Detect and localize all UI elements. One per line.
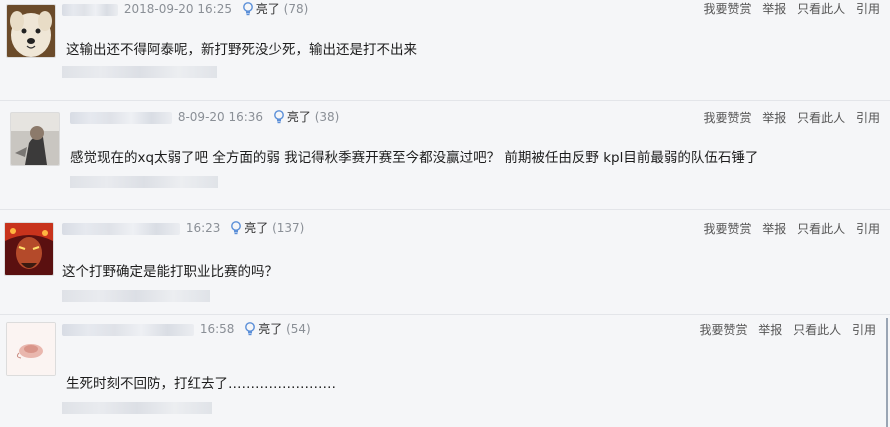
comment-date: 2018-09-20 16:25 (123, 2, 232, 16)
comment-content: 这输出还不得阿泰呢，新打野死没少死，输出还是打不出来 (66, 42, 417, 58)
comment-date: 16:23 (185, 221, 221, 235)
signature-blurred (70, 176, 218, 188)
comment-meta: 2018-09-20 16:25 亮了 (78) (62, 0, 308, 17)
comment-item: 16:23 亮了 (137) 我要赞赏 举报 只看此人 引用 这个打野确定是能打… (0, 214, 890, 314)
reward-link[interactable]: 我要赞赏 (703, 2, 751, 16)
bulb-icon[interactable] (230, 221, 242, 235)
comment-item: 16:58 亮了 (54) 我要赞赏 举报 只看此人 引用 生死时刻不回防，打红… (0, 318, 890, 427)
liang-count: (137) (272, 221, 305, 235)
divider (0, 209, 890, 210)
liang-button[interactable]: 亮了 (256, 2, 280, 16)
report-link[interactable]: 举报 (762, 2, 786, 16)
username-blurred[interactable] (70, 111, 172, 124)
user-avatar[interactable] (10, 112, 60, 166)
comment-item: 2018-09-20 16:25 亮了 (78) 我要赞赏 举报 只看此人 引用… (0, 0, 890, 96)
divider (0, 314, 890, 315)
reward-link[interactable]: 我要赞赏 (703, 111, 751, 125)
quote-link[interactable]: 引用 (852, 323, 876, 337)
user-avatar[interactable] (6, 4, 56, 58)
comment-content: 生死时刻不回防，打红去了…………………… (66, 376, 336, 392)
reward-link[interactable]: 我要赞赏 (699, 323, 747, 337)
comment-meta: 16:23 亮了 (137) (62, 219, 304, 236)
quote-link[interactable]: 引用 (856, 2, 880, 16)
only-this-user-link[interactable]: 只看此人 (797, 222, 845, 236)
comment-actions: 我要赞赏 举报 只看此人 引用 (696, 109, 880, 126)
signature-blurred (62, 402, 212, 414)
avatar-flower-icon (7, 323, 55, 375)
comment-meta: 16:58 亮了 (54) (62, 320, 311, 337)
reward-link[interactable]: 我要赞赏 (703, 222, 751, 236)
user-avatar[interactable] (4, 222, 54, 276)
signature-blurred (62, 66, 217, 78)
comment-actions: 我要赞赏 举报 只看此人 引用 (696, 220, 880, 237)
divider (0, 100, 890, 101)
comment-item: 8-09-20 16:36 亮了 (38) 我要赞赏 举报 只看此人 引用 感觉… (0, 104, 890, 204)
bulb-icon[interactable] (273, 110, 285, 124)
username-blurred[interactable] (62, 323, 194, 336)
liang-button[interactable]: 亮了 (258, 322, 282, 336)
quote-link[interactable]: 引用 (856, 111, 880, 125)
comment-content: 这个打野确定是能打职业比赛的吗？ (62, 264, 278, 280)
username-blurred[interactable] (62, 222, 180, 235)
comment-meta: 8-09-20 16:36 亮了 (38) (70, 108, 339, 125)
avatar-person-icon (11, 113, 59, 165)
comment-date: 8-09-20 16:36 (177, 110, 264, 124)
avatar-dog-icon (7, 5, 55, 57)
username-blurred[interactable] (62, 3, 118, 16)
report-link[interactable]: 举报 (762, 111, 786, 125)
user-avatar[interactable] (6, 322, 56, 376)
signature-blurred (62, 290, 210, 302)
only-this-user-link[interactable]: 只看此人 (797, 2, 845, 16)
liang-count: (78) (283, 2, 309, 16)
bulb-icon[interactable] (242, 2, 254, 16)
liang-button[interactable]: 亮了 (244, 221, 268, 235)
comment-date: 16:58 (199, 322, 235, 336)
bulb-icon[interactable] (244, 322, 256, 336)
avatar-hero-icon (5, 223, 53, 275)
quote-link[interactable]: 引用 (856, 222, 880, 236)
comment-actions: 我要赞赏 举报 只看此人 引用 (692, 321, 876, 338)
scrollbar-edge[interactable] (886, 318, 888, 427)
liang-button[interactable]: 亮了 (287, 110, 311, 124)
liang-count: (54) (286, 322, 311, 336)
comment-actions: 我要赞赏 举报 只看此人 引用 (696, 0, 880, 17)
liang-count: (38) (314, 110, 340, 124)
only-this-user-link[interactable]: 只看此人 (797, 111, 845, 125)
report-link[interactable]: 举报 (758, 323, 782, 337)
only-this-user-link[interactable]: 只看此人 (793, 323, 841, 337)
comment-content: 感觉现在的xq太弱了吧 全方面的弱 我记得秋季赛开赛至今都没赢过吧？ 前期被任由… (70, 150, 759, 166)
report-link[interactable]: 举报 (762, 222, 786, 236)
